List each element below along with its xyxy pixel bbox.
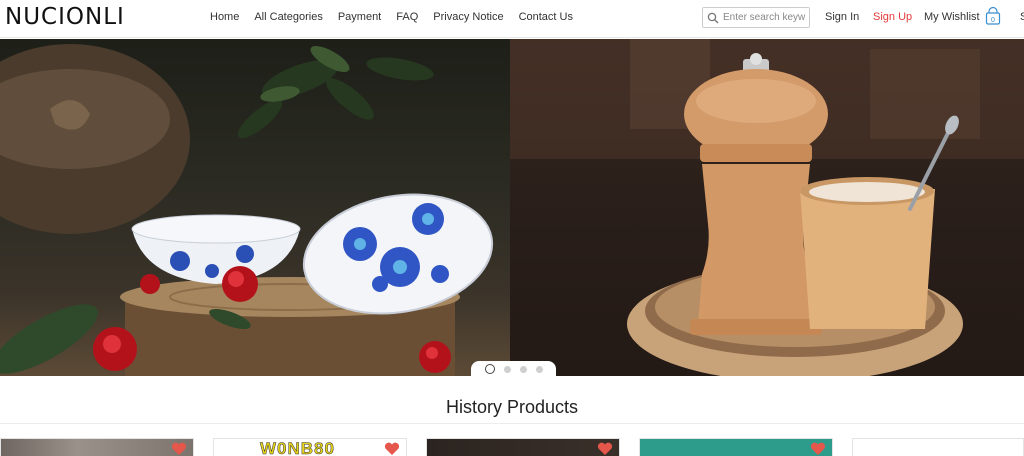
product-card[interactable] bbox=[0, 438, 194, 456]
site-header: NUCIONLI Home All Categories Payment FAQ… bbox=[0, 0, 1024, 38]
nav-contact-us[interactable]: Contact Us bbox=[519, 11, 573, 23]
nav-all-categories[interactable]: All Categories bbox=[254, 11, 322, 23]
carousel-indicators bbox=[471, 361, 556, 376]
wishlist-heart-icon[interactable] bbox=[597, 442, 613, 456]
my-wishlist-link[interactable]: My Wishlist bbox=[924, 11, 980, 23]
search-box bbox=[702, 7, 810, 28]
carousel-dot-1[interactable] bbox=[484, 364, 495, 374]
header-overflow-link[interactable]: S bbox=[1020, 11, 1024, 23]
wishlist-heart-icon[interactable] bbox=[384, 442, 400, 456]
product-card-text: W0NB80 bbox=[260, 439, 335, 456]
nav-home[interactable]: Home bbox=[210, 11, 239, 23]
sign-up-link[interactable]: Sign Up bbox=[873, 11, 912, 23]
product-grid: W0NB80 bbox=[0, 438, 1024, 456]
sign-in-link[interactable]: Sign In bbox=[825, 11, 859, 23]
carousel-dot-3[interactable] bbox=[519, 365, 527, 373]
nav-privacy-notice[interactable]: Privacy Notice bbox=[433, 11, 503, 23]
product-card[interactable] bbox=[426, 438, 620, 456]
nav-payment[interactable]: Payment bbox=[338, 11, 381, 23]
site-logo[interactable]: NUCIONLI bbox=[5, 4, 125, 30]
banner-image-pepper-mill bbox=[510, 39, 1024, 376]
section-title: History Products bbox=[445, 397, 579, 417]
shopping-bag-icon[interactable]: 0 bbox=[985, 6, 1001, 25]
nav-faq[interactable]: FAQ bbox=[396, 11, 418, 23]
carousel-dot-2[interactable] bbox=[503, 365, 511, 373]
product-card[interactable] bbox=[852, 438, 1024, 456]
main-nav: Home All Categories Payment FAQ Privacy … bbox=[210, 11, 588, 23]
wishlist-heart-icon[interactable] bbox=[171, 442, 187, 456]
carousel-dot-4[interactable] bbox=[535, 365, 543, 373]
product-card[interactable]: W0NB80 bbox=[213, 438, 407, 456]
section-divider bbox=[0, 423, 1024, 424]
search-input[interactable] bbox=[723, 12, 809, 23]
wishlist-heart-icon[interactable] bbox=[810, 442, 826, 456]
search-icon[interactable] bbox=[703, 8, 723, 27]
product-card[interactable] bbox=[639, 438, 833, 456]
bag-count: 0 bbox=[991, 17, 995, 24]
hero-banner[interactable] bbox=[0, 39, 1024, 376]
banner-image-bowls bbox=[0, 39, 510, 376]
